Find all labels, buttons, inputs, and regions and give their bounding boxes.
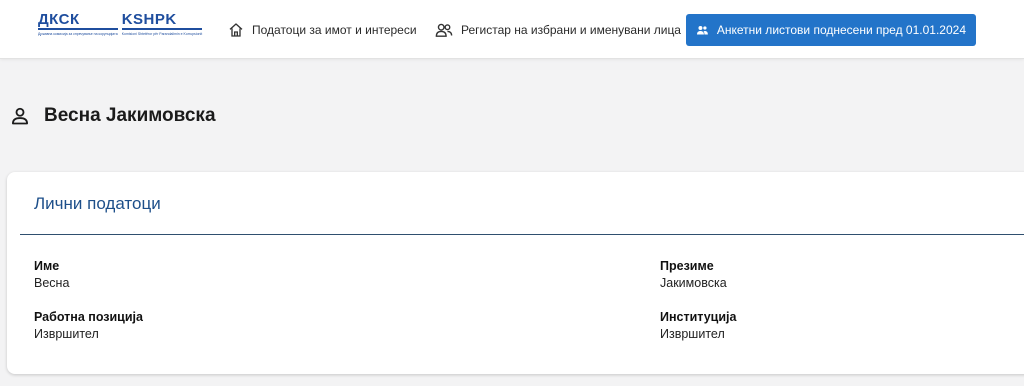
- person-header: Весна Јакимовска: [10, 102, 216, 130]
- first-name-label: Име: [34, 259, 60, 273]
- home-icon: [229, 23, 243, 37]
- personal-data-card: Лични податоци Име Весна Презиме Јакимов…: [7, 172, 1024, 374]
- position-label: Работна позиција: [34, 310, 143, 324]
- logo-right-block: KSHPK Komisioni Shtetëror për Parandalim…: [121, 11, 203, 36]
- logo-sub-right: Komisioni Shtetëror për Parandalimin e K…: [121, 32, 203, 36]
- person-name: Весна Јакимовска: [44, 105, 216, 126]
- dksk-logo[interactable]: ДКСК Државна комисија за спречување на к…: [38, 11, 203, 46]
- logo-sub-left: Државна комисија за спречување на корупц…: [38, 32, 118, 36]
- logo-underline-left: [38, 28, 118, 30]
- institution-label: Институција: [660, 310, 737, 324]
- position-value: Извршител: [34, 327, 99, 341]
- nav-assets-interests-label: Податоци за имот и интереси: [252, 23, 417, 37]
- nav-declarations-before-2024[interactable]: Анкетни листови поднесени пред 01.01.202…: [686, 14, 976, 46]
- last-name-label: Презиме: [660, 259, 714, 273]
- people-icon: [696, 26, 708, 35]
- institution-value: Извршител: [660, 327, 725, 341]
- people-icon: [435, 23, 453, 37]
- card-divider: [20, 234, 1024, 235]
- field-first-name: Име Весна: [34, 258, 69, 292]
- logo-abbr-right: KSHPK: [121, 11, 177, 28]
- top-navigation-bar: ДКСК Државна комисија за спречување на к…: [0, 0, 1024, 59]
- person-icon: [12, 107, 29, 125]
- logo-abbr-left: ДКСК: [38, 11, 80, 28]
- nav-declarations-label: Анкетни листови поднесени пред 01.01.202…: [716, 23, 966, 37]
- logo-underline-right: [121, 28, 203, 30]
- first-name-value: Весна: [34, 276, 70, 290]
- last-name-value: Јакимовска: [660, 276, 727, 290]
- field-position: Работна позиција Извршител: [34, 309, 143, 343]
- personal-data-title: Лични податоци: [34, 194, 161, 213]
- logo-left-block: ДКСК Државна комисија за спречување на к…: [38, 12, 118, 36]
- field-institution: Институција Извршител: [660, 309, 736, 343]
- nav-registry[interactable]: Регистар на избрани и именувани лица: [435, 14, 681, 46]
- field-last-name: Презиме Јакимовска: [660, 258, 727, 292]
- nav-assets-interests[interactable]: Податоци за имот и интереси: [228, 14, 417, 46]
- nav-registry-label: Регистар на избрани и именувани лица: [461, 23, 681, 37]
